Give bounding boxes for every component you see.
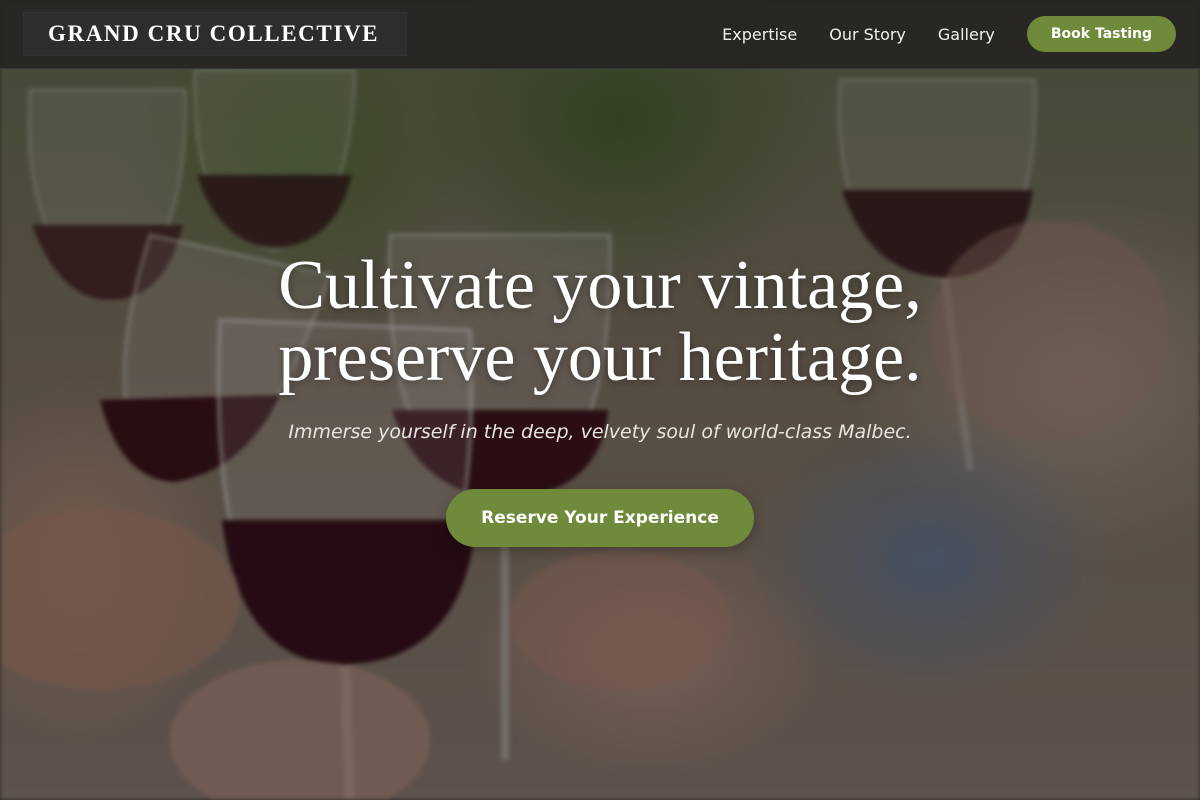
nav-link-our-story[interactable]: Our Story xyxy=(829,25,906,44)
hero-headline: Cultivate your vintage, preserve your he… xyxy=(0,250,1200,394)
site-header: GRAND CRU COLLECTIVE Expertise Our Story… xyxy=(0,0,1200,69)
main-nav: Expertise Our Story Gallery Book Tasting xyxy=(722,16,1176,52)
book-tasting-button[interactable]: Book Tasting xyxy=(1026,16,1176,52)
hero-headline-line-1: Cultivate your vintage, xyxy=(278,247,922,324)
brand-name: GRAND CRU COLLECTIVE xyxy=(48,21,380,46)
nav-link-gallery[interactable]: Gallery xyxy=(938,25,995,44)
reserve-experience-button[interactable]: Reserve Your Experience xyxy=(446,489,754,547)
hero-overlay xyxy=(0,0,1200,800)
brand-logo[interactable]: GRAND CRU COLLECTIVE xyxy=(24,13,406,55)
hero-headline-line-2: preserve your heritage. xyxy=(278,319,922,396)
nav-link-expertise[interactable]: Expertise xyxy=(722,25,797,44)
hero-subheadline: Immerse yourself in the deep, velvety so… xyxy=(288,421,912,443)
